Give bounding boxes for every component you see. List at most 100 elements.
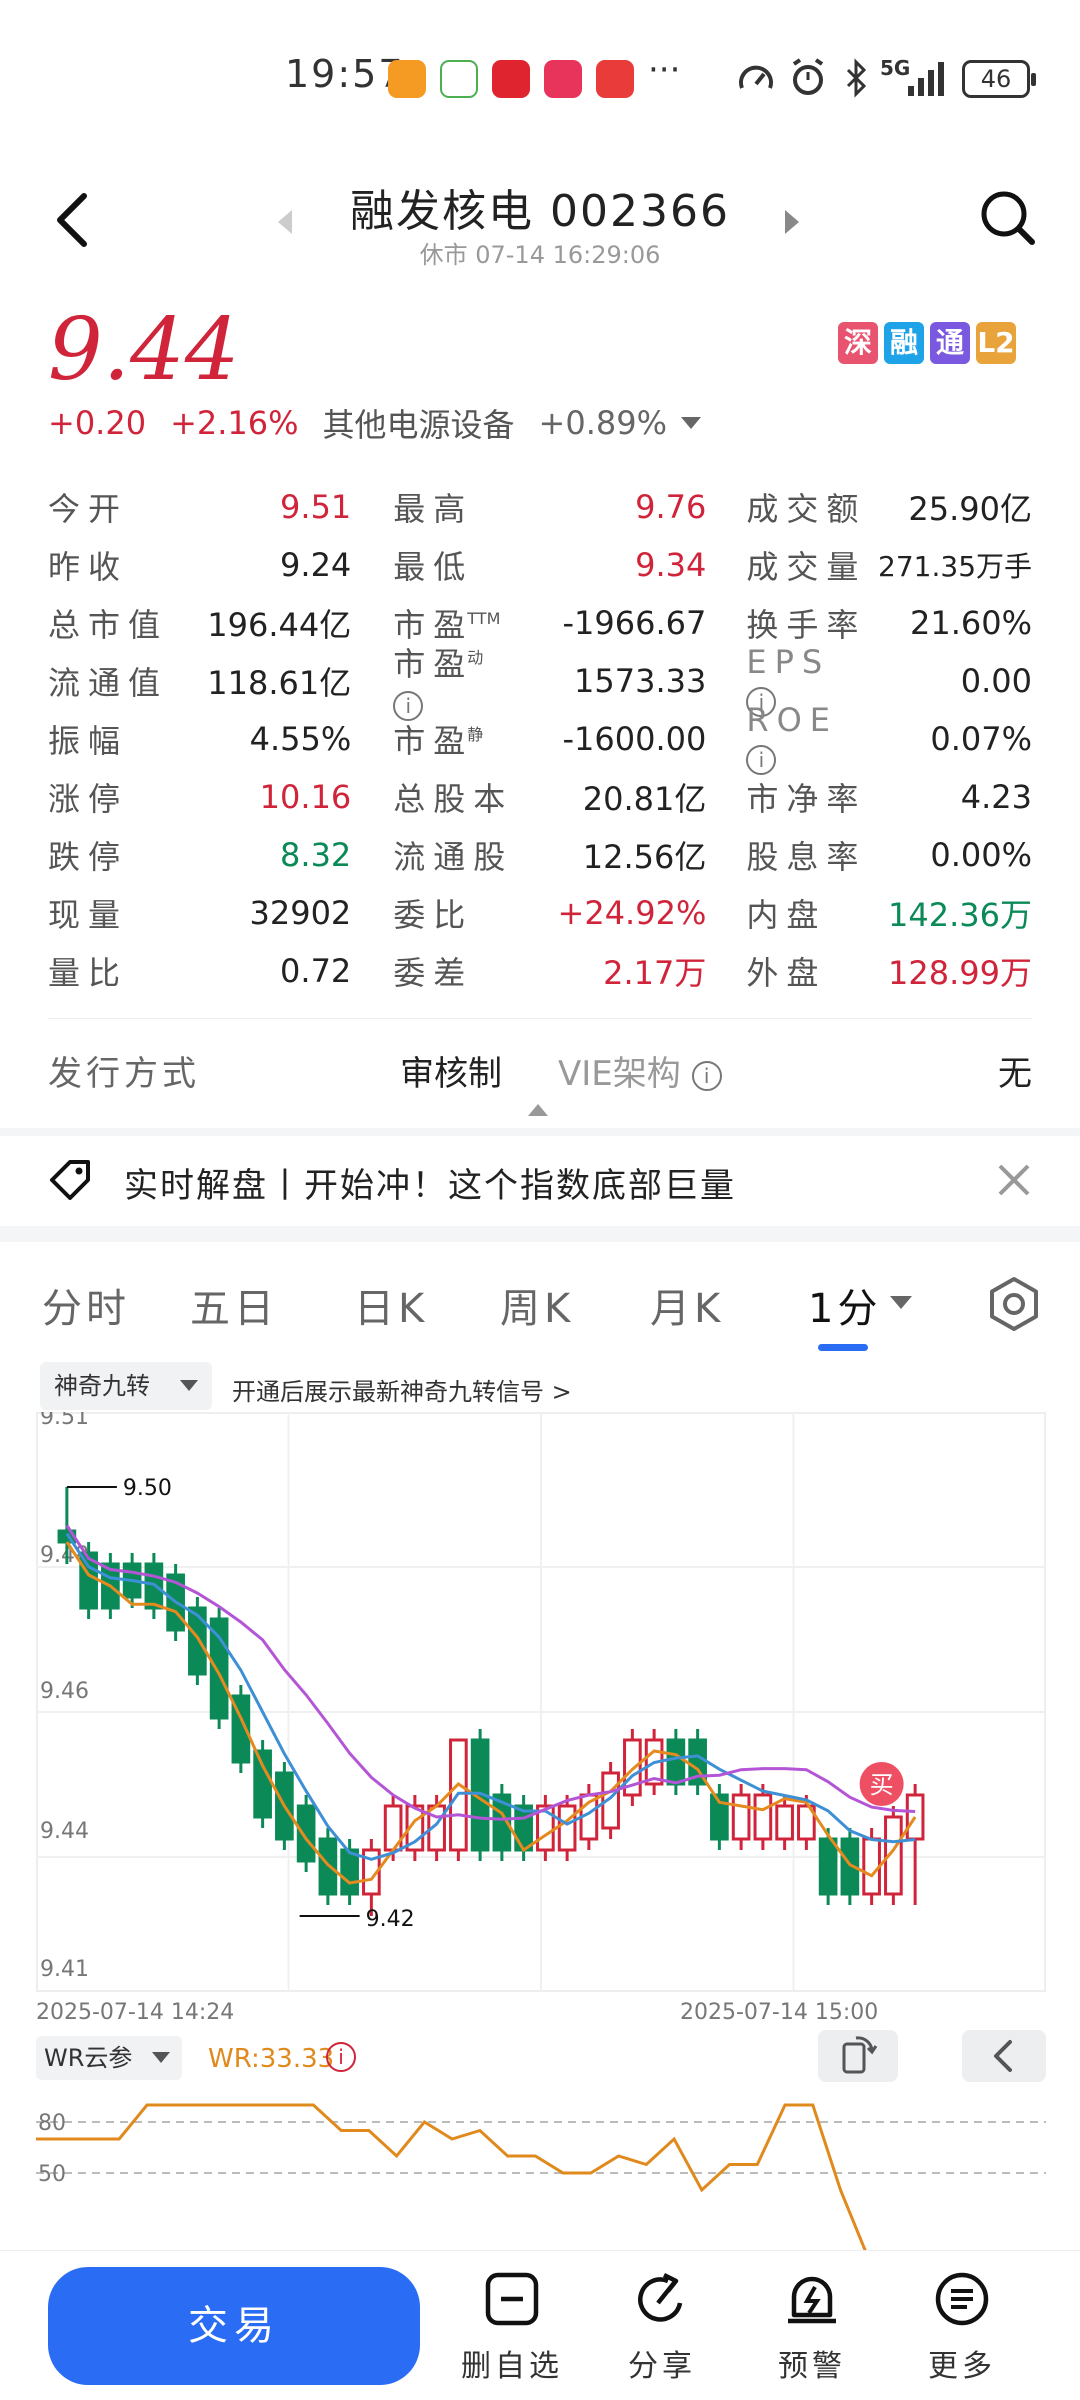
alert-button[interactable]: 预警	[752, 2269, 872, 2385]
stock-title: 融发核电 002366	[350, 186, 730, 237]
quote-row: 总市值 196.44亿 市盈TTM -1966.67 换手率 21.60%	[48, 604, 1033, 644]
speed-icon	[739, 65, 773, 89]
tab-daily-k[interactable]: 日K	[354, 1276, 428, 1334]
chevron-left-icon	[994, 2040, 1012, 2072]
sector-change[interactable]: +0.89%	[539, 404, 667, 442]
bluetooth-icon	[846, 58, 867, 98]
trade-button[interactable]: 交易	[48, 2267, 420, 2385]
candle-body	[209, 1617, 229, 1720]
more-notifications-icon: ···	[648, 50, 681, 90]
badge-shenzhen[interactable]: 深	[838, 322, 878, 364]
close-icon[interactable]	[996, 1162, 1032, 1198]
stock-badges: 深 融 通 L2	[838, 322, 1016, 364]
separator	[0, 1128, 1080, 1136]
wr-value: WR:33.33	[208, 2044, 335, 2074]
settings-icon[interactable]	[986, 1276, 1042, 1332]
candle-body	[731, 1793, 751, 1841]
info-icon[interactable]: i	[746, 745, 777, 775]
more-menu-icon	[935, 2272, 989, 2326]
market-status: 休市 07-14 16:29:06	[419, 241, 661, 269]
wr-line	[36, 2103, 868, 2252]
previous-stock-icon[interactable]	[278, 210, 292, 234]
wr-chart[interactable]: 80 50	[36, 2082, 1046, 2252]
candlestick-chart[interactable]: 9.519.489.469.449.419.509.42买	[36, 1412, 1046, 1992]
status-bar: 19:57 ··· 5G 46	[0, 0, 1080, 150]
quote-row: 跌停 8.32 流通股 12.56亿 股息率 0.00%	[48, 836, 1033, 876]
indicator-tip[interactable]: 开通后展示最新神奇九转信号 >	[232, 1372, 572, 1407]
tab-intraday[interactable]: 分时	[42, 1276, 130, 1334]
wr-y-label: 50	[38, 2162, 66, 2187]
quote-row: 昨收 9.24 最低 9.34 成交量 271.35万手	[48, 546, 1033, 586]
banner-text[interactable]: 实时解盘丨开始冲！这个指数底部巨量	[124, 1158, 736, 1207]
app-notification-icon	[492, 60, 530, 98]
more-button[interactable]: 更多	[902, 2269, 1022, 2385]
quote-row: 振幅 4.55% 市盈静 -1600.00 ROE i 0.07%	[48, 701, 1032, 775]
search-icon[interactable]	[978, 188, 1038, 248]
minus-square-icon	[485, 2272, 539, 2326]
tab-monthly-k[interactable]: 月K	[650, 1276, 724, 1334]
candle-body	[188, 1606, 207, 1676]
price-change-row: +0.20 +2.16% 其他电源设备 +0.89%	[48, 400, 702, 446]
y-tick-label: 9.41	[40, 1957, 89, 1982]
app-notification-icon	[388, 60, 426, 98]
tab-five-day[interactable]: 五日	[190, 1276, 278, 1334]
issue-method-value: 审核制	[400, 1054, 502, 1094]
battery-icon: 46	[962, 60, 1036, 98]
active-tab-indicator	[818, 1344, 868, 1351]
quote-row: 现量 32902 委比 +24.92% 内盘 142.36万	[48, 894, 1033, 934]
app-notification-icon	[544, 60, 582, 98]
quote-grid: 今开 9.51 最高 9.76 成交额 25.90亿 昨收 9.24 最低 9.34 成交…	[48, 478, 1032, 1000]
high-annotation: 9.50	[123, 1476, 172, 1501]
next-stock-icon[interactable]	[785, 210, 799, 234]
sector-name[interactable]: 其他电源设备	[323, 400, 515, 446]
y-tick-label: 9.51	[40, 1412, 89, 1430]
quote-row: 流通值 118.61亿 市盈动 i 1573.33 EPS i 0.00	[48, 643, 1032, 721]
badge-level2[interactable]: L2	[976, 322, 1016, 364]
info-icon[interactable]: i	[691, 1060, 722, 1091]
rotate-icon	[842, 2036, 878, 2074]
collapse-quote-icon[interactable]	[528, 1104, 548, 1116]
candle-body	[666, 1738, 686, 1786]
app-notification-icon	[440, 60, 478, 98]
app-notification-icon	[596, 60, 634, 98]
wr-y-label: 80	[38, 2111, 66, 2136]
signal-icon	[908, 62, 944, 96]
chart-tabs: 分时 五日 日K 周K 月K 1分	[0, 1262, 1080, 1352]
buy-signal-label: 买	[870, 1771, 894, 1799]
collapse-panel-button[interactable]	[962, 2030, 1046, 2082]
remove-watchlist-button[interactable]: 删自选	[452, 2269, 572, 2385]
candle-body	[753, 1793, 773, 1841]
price-change-percent: +2.16%	[170, 404, 299, 442]
badge-margin[interactable]: 融	[884, 322, 924, 364]
info-icon[interactable]: i	[326, 2042, 356, 2072]
separator	[0, 1226, 1080, 1242]
y-tick-label: 9.46	[40, 1679, 89, 1704]
tab-one-minute[interactable]: 1分	[808, 1276, 881, 1334]
candle-body	[818, 1837, 838, 1896]
y-tick-label: 9.44	[40, 1819, 89, 1844]
tab-dropdown-icon[interactable]	[890, 1296, 912, 1309]
x-axis-start: 2025-07-14 14:24	[36, 2000, 235, 2025]
vie-value: 无	[998, 1054, 1032, 1094]
quote-row: 今开 9.51 最高 9.76 成交额 25.90亿	[48, 488, 1033, 528]
tag-icon	[50, 1160, 90, 1200]
share-button[interactable]: 分享	[602, 2269, 722, 2385]
alarm-icon	[792, 58, 824, 95]
candle-body	[253, 1749, 272, 1819]
status-time: 19:57	[285, 52, 405, 96]
badge-connect[interactable]: 通	[930, 322, 970, 364]
wr-indicator-select[interactable]: WR云参	[36, 2036, 182, 2080]
price-change: +0.20	[48, 404, 147, 442]
candle-body	[775, 1804, 794, 1841]
quote-row: 涨停 10.16 总股本 20.81亿 市净率 4.23	[48, 778, 1033, 818]
sector-dropdown-icon[interactable]	[681, 417, 702, 429]
indicator-select[interactable]: 神奇九转	[40, 1362, 212, 1410]
back-arrow-icon[interactable]	[50, 190, 94, 250]
divider	[48, 1018, 1032, 1019]
rotate-screen-button[interactable]	[818, 2030, 898, 2082]
x-axis-end: 2025-07-14 15:00	[680, 2000, 879, 2025]
news-banner[interactable]: 实时解盘丨开始冲！这个指数底部巨量	[0, 1136, 1080, 1226]
issue-row: 发行方式 审核制 VIE架构 i 无	[48, 1040, 1032, 1100]
share-icon	[638, 2272, 683, 2322]
tab-weekly-k[interactable]: 周K	[500, 1276, 574, 1334]
